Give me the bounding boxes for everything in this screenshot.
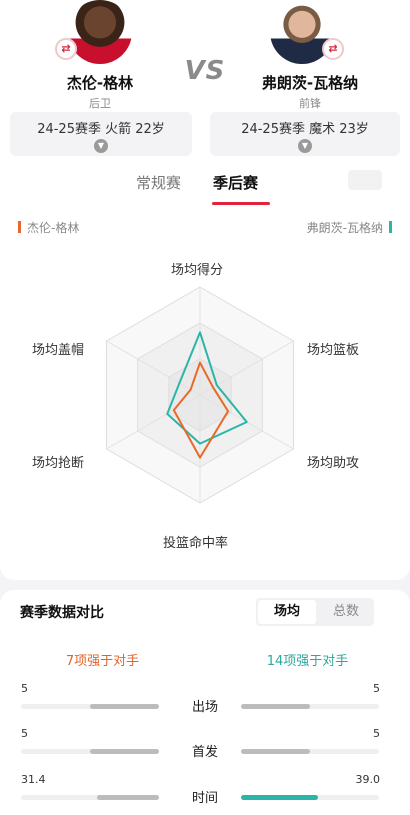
- advantage-left: 7项强于对手: [65, 654, 140, 669]
- player-left-position: 后卫: [89, 97, 111, 110]
- stat-left-value: 5: [21, 682, 28, 695]
- season-right-text: 24-25赛季 魔术 23岁: [241, 122, 369, 137]
- radar-axis-fg-pct: 投篮命中率: [163, 536, 229, 551]
- stat-right-value: 5: [373, 682, 380, 695]
- chevron-down-icon[interactable]: ▼: [298, 139, 312, 153]
- legend-left: 杰伦-格林: [18, 219, 79, 236]
- season-select-left[interactable]: 24-25赛季 火箭 22岁 ▼: [10, 112, 192, 156]
- stat-left-value: 31.4: [21, 773, 46, 786]
- season-left-text: 24-25赛季 火箭 22岁: [37, 122, 165, 137]
- section-title: 赛季数据对比: [20, 605, 104, 621]
- toggle-totals[interactable]: 总数: [318, 598, 374, 626]
- player-right[interactable]: ⇄ 弗朗茨-瓦格纳 前锋 24-25赛季 魔术 23岁 ▼: [210, 0, 410, 160]
- comparison-card: ⇄ 杰伦-格林 后卫 24-25赛季 火箭 22岁 ▼ VS ⇄ 弗朗茨-瓦格纳…: [0, 0, 410, 580]
- stat-label: 首发: [191, 745, 218, 760]
- player-right-position: 前锋: [299, 97, 321, 110]
- active-tab-indicator: [212, 202, 270, 205]
- watermark: [348, 170, 382, 190]
- tab-playoffs[interactable]: 季后赛: [213, 172, 258, 193]
- season-select-right[interactable]: 24-25赛季 魔术 23岁 ▼: [210, 112, 400, 156]
- chevron-down-icon[interactable]: ▼: [94, 139, 108, 153]
- legend-right: 弗朗茨-瓦格纳: [307, 219, 392, 236]
- advantage-right: 14项强于对手: [266, 654, 349, 669]
- stat-row: 31.4 39.0 时间: [0, 773, 410, 815]
- stat-row: 5 5 出场: [0, 682, 410, 726]
- avatar-left[interactable]: [68, 0, 132, 64]
- stat-label: 时间: [191, 791, 218, 806]
- stat-right-value: 5: [373, 727, 380, 740]
- radar-axis-steals: 场均抢断: [32, 456, 85, 471]
- radar-chart: [105, 286, 295, 504]
- stat-label: 出场: [191, 700, 218, 715]
- radar-axis-rebounds: 场均篮板: [307, 343, 360, 358]
- stat-left-value: 5: [21, 727, 28, 740]
- stat-right-value: 39.0: [355, 773, 381, 786]
- player-right-name: 弗朗茨-瓦格纳: [261, 74, 359, 92]
- player-left-name: 杰伦-格林: [66, 74, 134, 92]
- player-left[interactable]: ⇄ 杰伦-格林 后卫 24-25赛季 火箭 22岁 ▼: [0, 0, 200, 160]
- swap-player-left-icon[interactable]: ⇄: [55, 38, 77, 60]
- radar-axis-blocks: 场均盖帽: [32, 343, 85, 358]
- stat-row: 5 5 首发: [0, 727, 410, 771]
- tab-regular-season[interactable]: 常规赛: [136, 172, 181, 193]
- stat-mode-toggle[interactable]: 场均 总数: [256, 598, 374, 626]
- radar-axis-points: 场均得分: [171, 263, 224, 278]
- radar-axis-assists: 场均助攻: [307, 456, 360, 471]
- toggle-per-game[interactable]: 场均: [258, 600, 316, 624]
- swap-player-right-icon[interactable]: ⇄: [322, 38, 344, 60]
